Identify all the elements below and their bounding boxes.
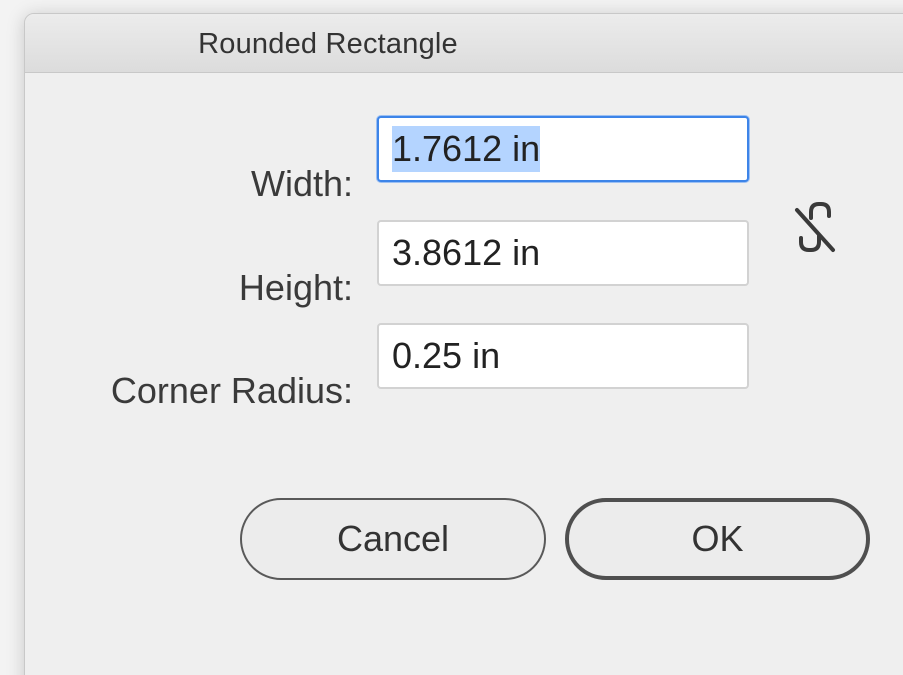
height-label: Height:: [238, 267, 353, 308]
screen: Rounded Rectangle Width: 1.7612 in Heigh…: [0, 0, 903, 675]
corner-radius-label: Corner Radius:: [110, 370, 353, 411]
corner-radius-value: 0.25 in: [392, 335, 501, 376]
height-value: 3.8612 in: [392, 232, 541, 273]
width-value: 1.7612 in: [392, 126, 541, 172]
width-label: Width:: [250, 163, 353, 204]
ok-button[interactable]: OK: [565, 498, 870, 580]
broken-link-icon[interactable]: [789, 192, 839, 262]
dialog-titlebar[interactable]: Rounded Rectangle: [25, 14, 903, 73]
dialog-title: Rounded Rectangle: [198, 28, 458, 60]
height-field[interactable]: 3.8612 in: [377, 220, 749, 286]
corner-radius-field[interactable]: 0.25 in: [377, 323, 749, 389]
width-field[interactable]: 1.7612 in: [377, 116, 749, 182]
cancel-button[interactable]: Cancel: [240, 498, 546, 580]
